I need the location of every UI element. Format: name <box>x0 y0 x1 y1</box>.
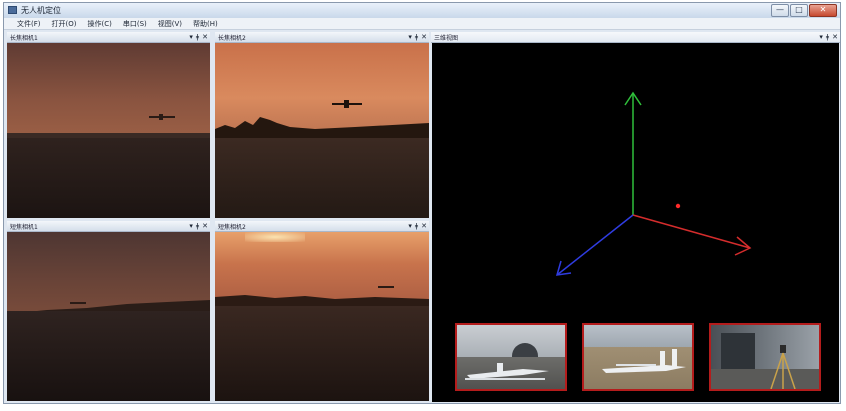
view-3d-pane: 三维视图 ▾ ǂ ✕ <box>431 32 840 403</box>
photo-doorway <box>721 333 755 369</box>
camera-pane-4: 短焦相机2 ▾ ǂ ✕ <box>215 221 429 401</box>
pane-title: 长焦相机1 <box>10 35 38 42</box>
sky <box>7 43 210 138</box>
target-point <box>675 203 681 209</box>
camera-pane-3: 短焦相机1 ▾ ǂ ✕ <box>7 221 210 401</box>
z-axis <box>556 214 634 276</box>
pin-icon[interactable]: ǂ <box>415 221 418 231</box>
menu-open[interactable]: 打开(O) <box>52 18 77 29</box>
tripod-icon <box>770 345 796 389</box>
close-icon[interactable]: ✕ <box>202 221 208 231</box>
dropdown-icon[interactable]: ▾ <box>408 221 412 231</box>
dropdown-icon[interactable]: ▾ <box>189 32 193 42</box>
x-axis <box>632 214 751 249</box>
close-icon[interactable]: ✕ <box>421 32 427 42</box>
ground <box>215 138 429 218</box>
close-button[interactable]: ✕ <box>809 4 837 17</box>
pane-title: 短焦相机1 <box>10 224 38 231</box>
camera-pane-1: 长焦相机1 ▾ ǂ ✕ <box>7 32 210 218</box>
app-icon <box>8 6 17 14</box>
pane-title: 三维视图 <box>434 35 459 42</box>
3d-canvas[interactable] <box>432 43 839 402</box>
pane-title-bar[interactable]: 三维视图 ▾ ǂ ✕ <box>431 32 840 43</box>
camera-feed <box>7 232 210 401</box>
close-icon[interactable]: ✕ <box>202 32 208 42</box>
close-icon[interactable]: ✕ <box>421 221 427 231</box>
aircraft-photo-thumbnail-1[interactable] <box>455 323 567 391</box>
aircraft-silhouette-icon <box>70 302 86 304</box>
pane-title-bar[interactable]: 短焦相机2 ▾ ǂ ✕ <box>215 221 429 232</box>
menu-bar: 文件(F) 打开(O) 操作(C) 串口(S) 视图(V) 帮助(H) <box>4 18 840 30</box>
menu-help[interactable]: 帮助(H) <box>193 18 218 29</box>
ground <box>7 311 210 401</box>
dropdown-icon[interactable]: ▾ <box>819 32 823 42</box>
pane-controls: ▾ ǂ ✕ <box>189 221 208 231</box>
horizon-treeline <box>215 295 429 307</box>
menu-file[interactable]: 文件(F) <box>17 18 41 29</box>
pane-title-bar[interactable]: 长焦相机2 ▾ ǂ ✕ <box>215 32 429 43</box>
pane-controls: ▾ ǂ ✕ <box>189 32 208 42</box>
pane-title: 短焦相机2 <box>218 224 246 231</box>
horizon-treeline <box>215 117 429 141</box>
camera-pane-2: 长焦相机2 ▾ ǂ ✕ <box>215 32 429 218</box>
pin-icon[interactable]: ǂ <box>196 32 199 42</box>
menu-serial[interactable]: 串口(S) <box>123 18 147 29</box>
pin-icon[interactable]: ǂ <box>196 221 199 231</box>
dropdown-icon[interactable]: ▾ <box>189 221 193 231</box>
window-title: 无人机定位 <box>21 6 61 15</box>
dropdown-icon[interactable]: ▾ <box>408 32 412 42</box>
aircraft-silhouette-icon <box>465 363 549 380</box>
aircraft-photo-thumbnail-2[interactable] <box>582 323 694 391</box>
pane-controls: ▾ ǂ ✕ <box>408 32 427 42</box>
camera-feed <box>215 43 429 218</box>
aircraft-silhouette-icon <box>602 349 686 373</box>
aircraft-silhouette-icon <box>378 286 394 288</box>
pane-title-bar[interactable]: 长焦相机1 ▾ ǂ ✕ <box>7 32 210 43</box>
pane-title-bar[interactable]: 短焦相机1 ▾ ǂ ✕ <box>7 221 210 232</box>
maximize-button[interactable]: □ <box>790 4 808 17</box>
title-bar[interactable]: 无人机定位 — □ ✕ <box>4 3 840 18</box>
pane-title: 长焦相机2 <box>218 35 246 42</box>
ground <box>7 138 210 218</box>
main-window: 无人机定位 — □ ✕ 文件(F) 打开(O) 操作(C) 串口(S) 视图(V… <box>3 2 841 404</box>
aircraft-photo-thumbnail-3[interactable] <box>709 323 821 391</box>
menu-view[interactable]: 视图(V) <box>158 18 182 29</box>
window-controls: — □ ✕ <box>771 4 837 17</box>
pin-icon[interactable]: ǂ <box>415 32 418 42</box>
pane-controls: ▾ ǂ ✕ <box>408 221 427 231</box>
sun-glow <box>245 232 305 242</box>
camera-feed <box>215 232 429 401</box>
minimize-button[interactable]: — <box>771 4 789 17</box>
aircraft-silhouette-icon <box>149 114 175 120</box>
close-icon[interactable]: ✕ <box>832 32 838 42</box>
menu-operate[interactable]: 操作(C) <box>87 18 111 29</box>
pane-controls: ▾ ǂ ✕ <box>819 32 838 42</box>
camera-feed <box>7 43 210 218</box>
aircraft-silhouette-icon <box>332 100 362 108</box>
ground <box>215 306 429 401</box>
pin-icon[interactable]: ǂ <box>826 32 829 42</box>
